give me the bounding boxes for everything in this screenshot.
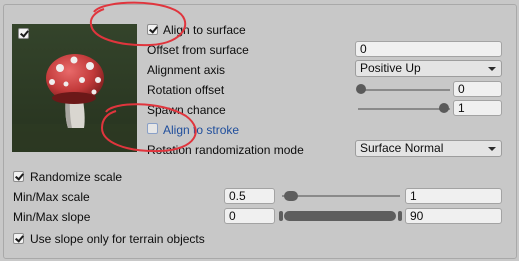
annotation-overlay	[89, 1, 197, 153]
annotation-circle	[100, 103, 197, 153]
annotation-circle	[89, 1, 187, 47]
